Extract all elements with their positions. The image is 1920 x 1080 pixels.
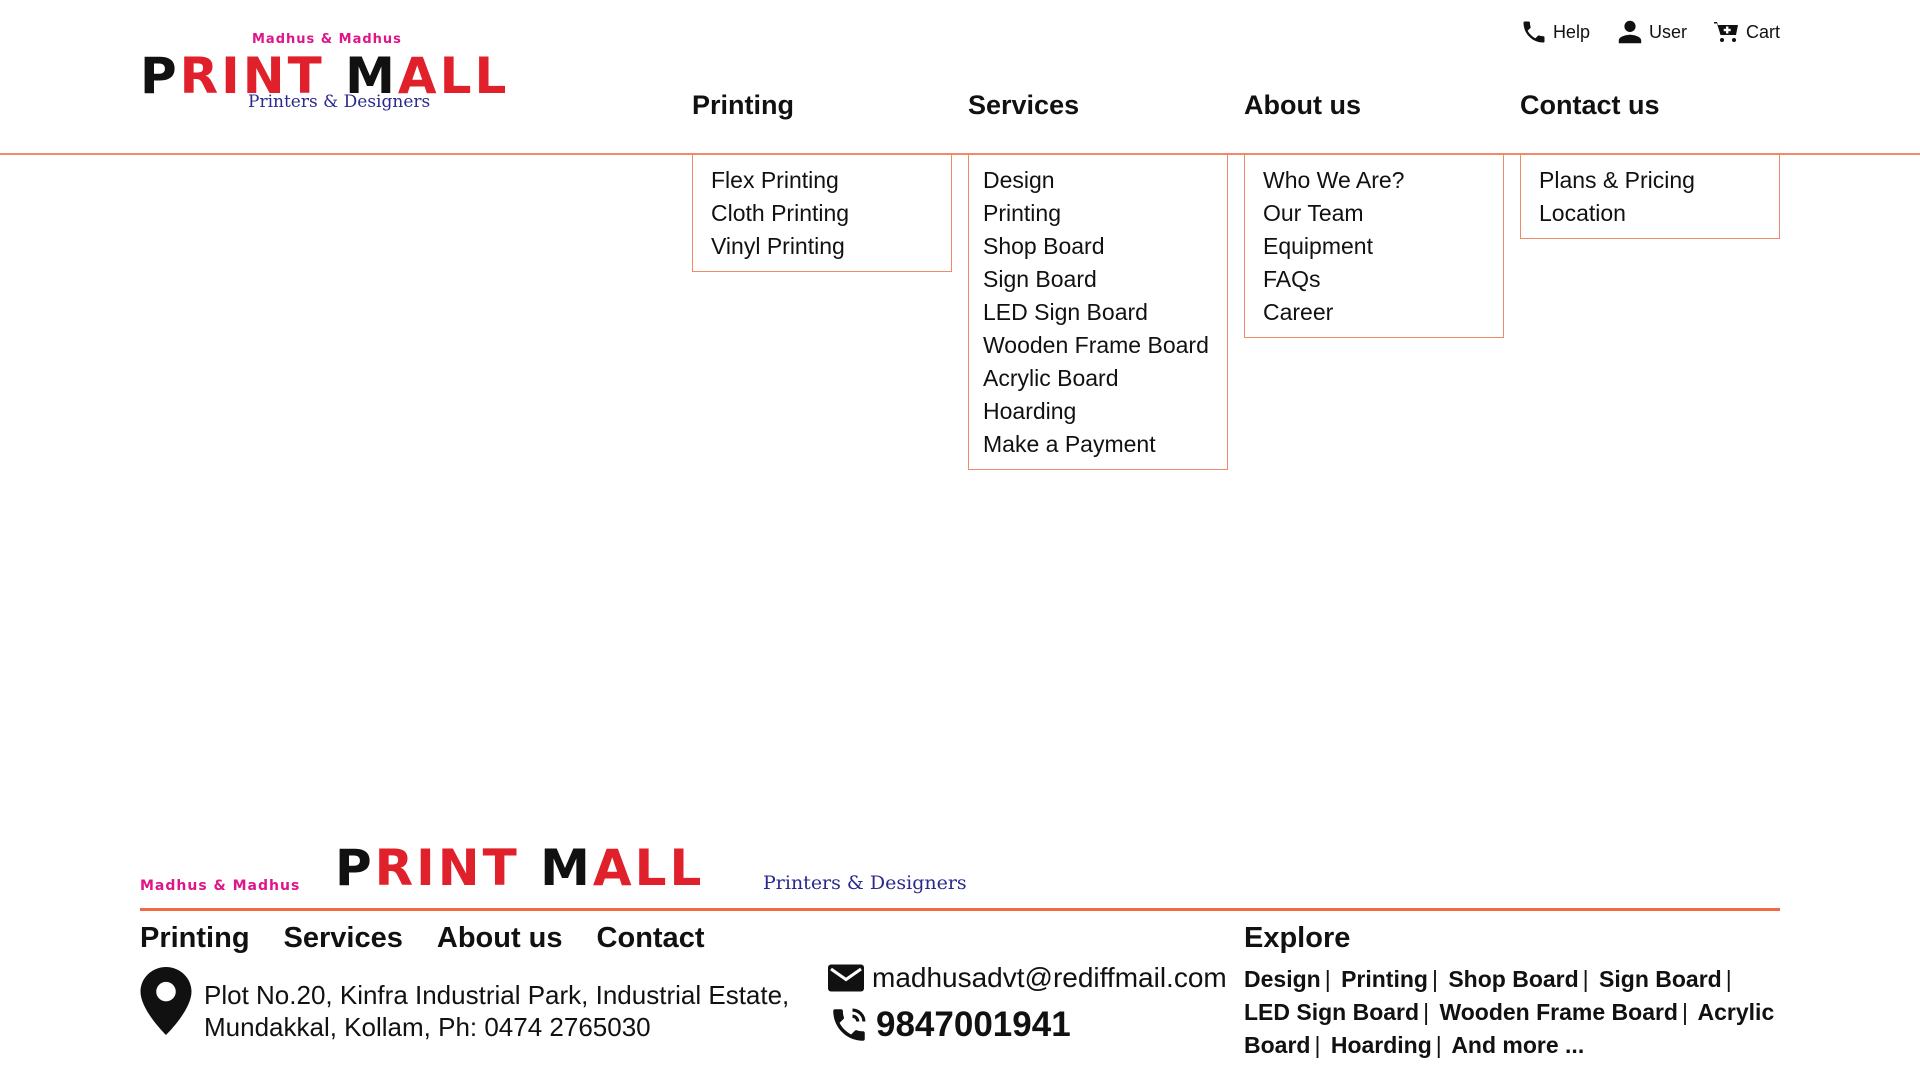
dropdown-services: Design Printing Shop Board Sign Board LE… — [968, 155, 1228, 470]
dropdown-item[interactable]: Flex Printing — [711, 164, 951, 197]
explore-separator: | — [1314, 1032, 1321, 1058]
dropdown-item[interactable]: LED Sign Board — [983, 296, 1227, 329]
dropdown-printing: Flex Printing Cloth Printing Vinyl Print… — [692, 155, 952, 272]
footer-logo-tagline: Printers & Designers — [763, 872, 967, 894]
explore-links: Design | Printing | Shop Board | Sign Board… — [1244, 963, 1784, 1062]
brand-logo[interactable]: Madhus & Madhus PRINT MALL Printers & De… — [140, 30, 540, 120]
utility-nav: Help User Cart — [1520, 18, 1780, 46]
explore-separator: | — [1324, 966, 1331, 992]
footer-address: Plot No.20, Kinfra Industrial Park, Indu… — [140, 967, 844, 1043]
footer-nav-printing[interactable]: Printing — [140, 922, 250, 955]
user-icon — [1618, 20, 1642, 44]
dropdown-item[interactable]: Acrylic Board — [983, 362, 1227, 395]
explore-separator: | — [1582, 966, 1589, 992]
explore-separator: | — [1681, 999, 1688, 1025]
logo-top-text: Madhus & Madhus — [252, 32, 402, 47]
dropdown-item[interactable]: Make a Payment — [983, 428, 1227, 461]
nav-printing[interactable]: Printing — [692, 90, 794, 121]
nav-contact-us[interactable]: Contact us — [1520, 90, 1660, 121]
dropdown-item[interactable]: Wooden Frame Board — [983, 329, 1227, 362]
explore-link[interactable]: Sign Board — [1599, 966, 1722, 992]
nav-services[interactable]: Services — [968, 90, 1079, 121]
help-link[interactable]: Help — [1520, 18, 1590, 46]
dropdown-item[interactable]: Shop Board — [983, 230, 1227, 263]
logo-tagline: Printers & Designers — [248, 92, 431, 112]
dropdown-item[interactable]: Career — [1263, 296, 1503, 329]
user-link[interactable]: User — [1616, 18, 1687, 46]
explore-link[interactable]: LED Sign Board — [1244, 999, 1419, 1025]
dropdown-item[interactable]: FAQs — [1263, 263, 1503, 296]
email-link[interactable]: madhusadvt@rediffmail.com — [872, 962, 1227, 994]
explore-separator: | — [1431, 966, 1438, 992]
explore-separator: | — [1423, 999, 1430, 1025]
location-pin-icon — [140, 967, 192, 1035]
dropdown-contact-us: Plans & Pricing Location — [1520, 155, 1780, 239]
nav-about-us[interactable]: About us — [1244, 90, 1361, 121]
footer-contact: madhusadvt@rediffmail.com 9847001941 — [828, 962, 1227, 1046]
dropdown-item[interactable]: Cloth Printing — [711, 197, 951, 230]
explore-link[interactable]: Wooden Frame Board — [1439, 999, 1678, 1025]
phone-call-icon — [833, 1008, 866, 1041]
explore-link[interactable]: Design — [1244, 966, 1321, 992]
footer-nav-contact[interactable]: Contact — [597, 922, 705, 955]
footer-logo-top-text: Madhus & Madhus — [140, 878, 301, 894]
site-header: Madhus & Madhus PRINT MALL Printers & De… — [0, 0, 1920, 155]
dropdown-item[interactable]: Design — [983, 164, 1227, 197]
mail-icon — [828, 964, 864, 992]
footer-explore: Explore Design | Printing | Shop Board | Si… — [1244, 922, 1784, 1062]
footer-divider — [140, 908, 1780, 911]
explore-link[interactable]: Printing — [1341, 966, 1428, 992]
explore-link[interactable]: Shop Board — [1448, 966, 1578, 992]
help-label: Help — [1552, 21, 1590, 42]
footer-logo[interactable]: Madhus & Madhus PRINT MALL Printers & De… — [140, 839, 967, 900]
cart-label: Cart — [1745, 21, 1780, 42]
dropdown-item[interactable]: Plans & Pricing — [1539, 164, 1779, 197]
email-row[interactable]: madhusadvt@rediffmail.com — [828, 962, 1227, 994]
phone-row[interactable]: 9847001941 — [828, 1004, 1227, 1046]
dropdown-item[interactable]: Sign Board — [983, 263, 1227, 296]
main-nav: Printing Services About us Contact us — [692, 90, 1812, 130]
footer-logo-wordmark: PRINT MALL — [335, 839, 705, 897]
explore-link[interactable]: Hoarding — [1331, 1032, 1432, 1058]
dropdown-about-us: Who We Are? Our Team Equipment FAQs Care… — [1244, 155, 1504, 338]
explore-title: Explore — [1244, 922, 1351, 954]
dropdown-item[interactable]: Equipment — [1263, 230, 1503, 263]
explore-separator: | — [1435, 1032, 1442, 1058]
phone-number[interactable]: 9847001941 — [876, 1005, 1071, 1045]
dropdown-item[interactable]: Our Team — [1263, 197, 1503, 230]
dropdown-item[interactable]: Vinyl Printing — [711, 230, 951, 263]
dropdown-item[interactable]: Location — [1539, 197, 1779, 230]
cart-link[interactable]: Cart — [1713, 18, 1780, 46]
explore-separator: | — [1725, 966, 1732, 992]
dropdown-item[interactable]: Hoarding — [983, 395, 1227, 428]
footer-nav-about-us[interactable]: About us — [437, 922, 563, 955]
cart-icon — [1713, 22, 1738, 42]
dropdown-item[interactable]: Who We Are? — [1263, 164, 1503, 197]
address-text: Plot No.20, Kinfra Industrial Park, Indu… — [204, 980, 790, 1042]
user-label: User — [1648, 21, 1687, 42]
footer-nav: Printing Services About us Contact — [140, 922, 704, 955]
explore-link[interactable]: And more ... — [1451, 1032, 1584, 1058]
dropdown-item[interactable]: Printing — [983, 197, 1227, 230]
phone-icon — [1523, 21, 1545, 43]
footer-nav-services[interactable]: Services — [284, 922, 403, 955]
